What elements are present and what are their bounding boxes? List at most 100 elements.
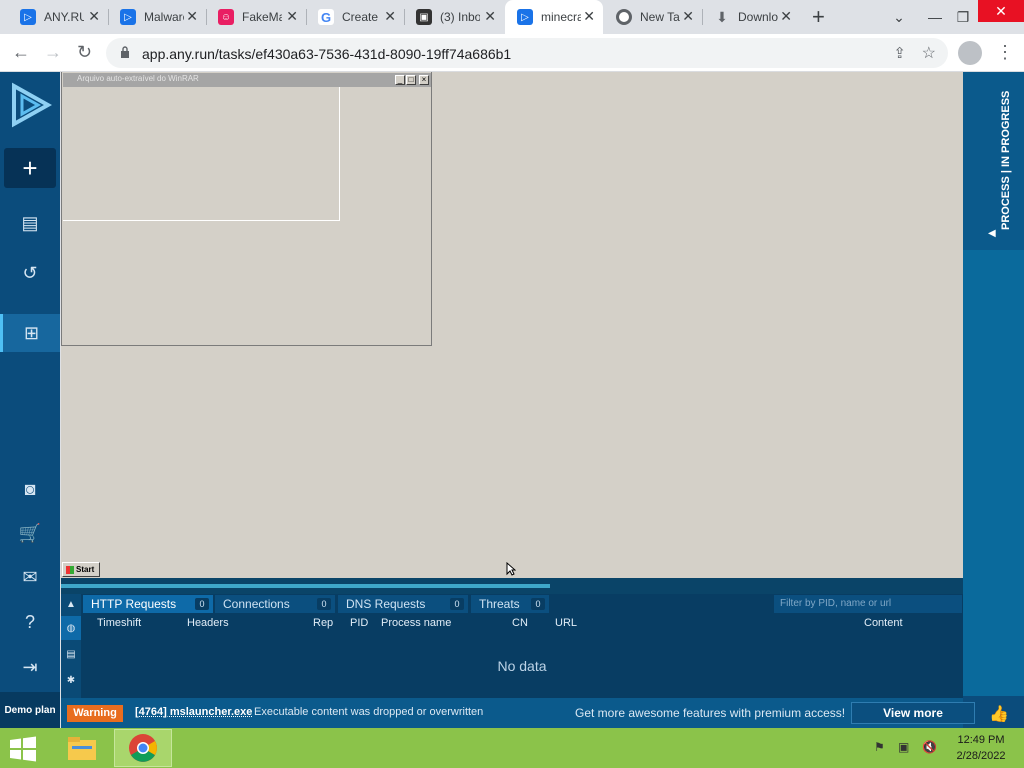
new-tab-button[interactable]: + xyxy=(812,4,825,30)
column-header[interactable]: Content xyxy=(864,617,903,629)
minimize-icon[interactable]: _ xyxy=(395,75,405,85)
minimize-button[interactable]: — xyxy=(920,0,950,34)
close-tab-icon[interactable]: ✕ xyxy=(186,9,198,23)
process-panel-header[interactable]: PROCESS | IN PROGRESS ◀ xyxy=(963,72,1024,250)
reload-icon[interactable]: ↻ xyxy=(77,42,92,63)
back-icon[interactable]: ← xyxy=(12,42,30,63)
history-icon[interactable]: ↺ xyxy=(0,258,60,288)
chrome-taskbar-icon[interactable] xyxy=(114,729,172,767)
action-center-flag-icon[interactable]: ⚑ xyxy=(874,740,885,754)
warning-badge: Warning xyxy=(67,705,123,722)
column-header[interactable]: Timeshift xyxy=(97,617,141,629)
column-header[interactable]: URL xyxy=(555,617,577,629)
winrar-window[interactable]: Arquivo auto-extraível do WinRAR _ □ × xyxy=(61,72,432,346)
view-more-button[interactable]: View more xyxy=(851,702,975,724)
close-tab-icon[interactable]: ✕ xyxy=(88,9,100,23)
vm-screen[interactable]: Arquivo auto-extraível do WinRAR _ □ × S… xyxy=(61,72,963,578)
column-header[interactable]: Headers xyxy=(187,617,229,629)
browser-tab[interactable]: New Tab ✕ xyxy=(604,0,703,34)
taskbar-clock[interactable]: 12:49 PM 2/28/2022 xyxy=(948,732,1014,764)
logout-icon[interactable]: ⇥ xyxy=(0,652,60,682)
tab-search-icon[interactable]: ⌄ xyxy=(884,0,914,34)
winrar-titlebar[interactable]: Arquivo auto-extraível do WinRAR _ □ × xyxy=(63,73,431,87)
column-header[interactable]: CN xyxy=(512,617,528,629)
anyrun-icon: ▷ xyxy=(517,9,533,25)
help-icon[interactable]: ? xyxy=(0,607,60,637)
warning-message: Executable content was dropped or overwr… xyxy=(254,706,484,718)
process-panel[interactable]: PROCESS | IN PROGRESS ◀ 👍 xyxy=(963,72,1024,728)
volume-muted-icon[interactable]: 🔇 xyxy=(922,740,937,754)
tab-count: 0 xyxy=(531,598,545,610)
windows-sandbox-icon[interactable]: ⊞ xyxy=(0,314,60,352)
bug-icon[interactable]: ✱ xyxy=(61,668,81,692)
empty-state-text: No data xyxy=(497,658,547,674)
browser-tab[interactable]: G Create ✕ xyxy=(306,0,405,34)
windows-start-icon[interactable] xyxy=(8,736,38,762)
tab-connections[interactable]: Connections 0 xyxy=(215,595,335,613)
browser-toolbar: ← → ↻ app.any.run/tasks/ef430a63-7536-43… xyxy=(0,34,1024,72)
column-header[interactable]: PID xyxy=(350,617,368,629)
tab-http-requests[interactable]: HTTP Requests 0 xyxy=(83,595,213,613)
tab-label: DNS Requests xyxy=(346,597,426,611)
network-filter-input[interactable]: Filter by PID, name or url xyxy=(774,595,962,613)
maximize-icon[interactable]: □ xyxy=(406,75,416,85)
profile-avatar[interactable] xyxy=(958,41,982,65)
network-icon[interactable]: ▣ xyxy=(898,740,909,754)
tab-count: 0 xyxy=(317,598,331,610)
globe-icon[interactable]: ◍ xyxy=(61,616,81,640)
column-header[interactable]: Process name xyxy=(381,617,451,629)
download-icon: ⬇ xyxy=(716,8,728,25)
address-bar[interactable]: app.any.run/tasks/ef430a63-7536-431d-809… xyxy=(106,38,948,68)
expand-arrow-icon[interactable]: ◀ xyxy=(988,228,996,239)
mail-icon[interactable]: ✉ xyxy=(0,562,60,592)
task-progress-strip xyxy=(61,578,963,594)
notification-bar: Warning [4764] mslauncher.exe Executable… xyxy=(61,698,975,728)
url-text: app.any.run/tasks/ef430a63-7536-431d-809… xyxy=(142,46,512,62)
demo-plan-label: Demo plan xyxy=(0,692,60,728)
process-list-area xyxy=(963,250,1024,728)
file-explorer-icon[interactable] xyxy=(58,729,106,767)
close-tab-icon[interactable]: ✕ xyxy=(384,9,396,23)
thumbs-up-icon[interactable]: 👍 xyxy=(989,704,1009,724)
close-tab-icon[interactable]: ✕ xyxy=(780,9,792,23)
collapse-up-icon[interactable]: ▲ xyxy=(61,594,81,614)
task-progress-bar xyxy=(61,584,550,588)
close-tab-icon[interactable]: ✕ xyxy=(484,9,496,23)
browser-tab[interactable]: ▣ (3) Inbox ✕ xyxy=(404,0,504,34)
menu-kebab-icon[interactable]: ⋮ xyxy=(996,42,1014,63)
process-link[interactable]: [4764] mslauncher.exe xyxy=(135,706,252,718)
vm-start-button[interactable]: Start xyxy=(62,562,100,577)
browser-tab[interactable]: ☺ FakeMail ✕ xyxy=(206,0,307,34)
file-icon[interactable]: ▤ xyxy=(61,642,81,666)
clock-date: 2/28/2022 xyxy=(956,750,1006,762)
close-tab-icon[interactable]: ✕ xyxy=(286,9,298,23)
share-icon[interactable]: ⇪ xyxy=(893,44,906,62)
cart-icon[interactable]: 🛒 xyxy=(0,518,60,548)
network-panel: ▲ ◍ ▤ ✱ HTTP Requests 0 Connections 0 DN… xyxy=(61,594,963,698)
bookmark-star-icon[interactable]: ☆ xyxy=(922,43,936,63)
profile-icon[interactable]: ◙ xyxy=(0,474,60,504)
tab-label: Threats xyxy=(479,597,520,611)
tab-dns-requests[interactable]: DNS Requests 0 xyxy=(338,595,468,613)
browser-tab[interactable]: ⬇ Downloads ✕ xyxy=(702,0,800,34)
network-panel-side: ▲ ◍ ▤ ✱ xyxy=(61,594,81,698)
tab-title: FakeMail xyxy=(242,10,282,24)
close-tab-icon[interactable]: ✕ xyxy=(682,9,694,23)
reports-icon[interactable]: ▤ xyxy=(0,208,60,238)
inbox-icon: ▣ xyxy=(416,9,432,25)
close-tab-icon[interactable]: ✕ xyxy=(583,9,595,23)
close-window-button[interactable]: ✕ xyxy=(978,0,1024,22)
anyrun-logo-icon[interactable] xyxy=(8,82,52,128)
google-icon: G xyxy=(318,9,334,25)
forward-icon[interactable]: → xyxy=(44,42,62,63)
column-header[interactable]: Rep xyxy=(313,617,333,629)
anyrun-sidebar: + ▤ ↺ ⊞ ◙ 🛒 ✉ ? ⇥ Demo plan xyxy=(0,72,60,728)
restore-button[interactable]: ❐ xyxy=(948,0,978,34)
fakemail-icon: ☺ xyxy=(218,9,234,25)
tab-threats[interactable]: Threats 0 xyxy=(471,595,549,613)
browser-tab-active[interactable]: ▷ minecraft ✕ xyxy=(505,0,603,34)
browser-tab[interactable]: ▷ ANY.RUN ✕ xyxy=(8,0,109,34)
close-icon[interactable]: × xyxy=(419,75,429,85)
browser-tab[interactable]: ▷ Malware ✕ xyxy=(108,0,207,34)
new-task-button[interactable]: + xyxy=(4,148,56,188)
